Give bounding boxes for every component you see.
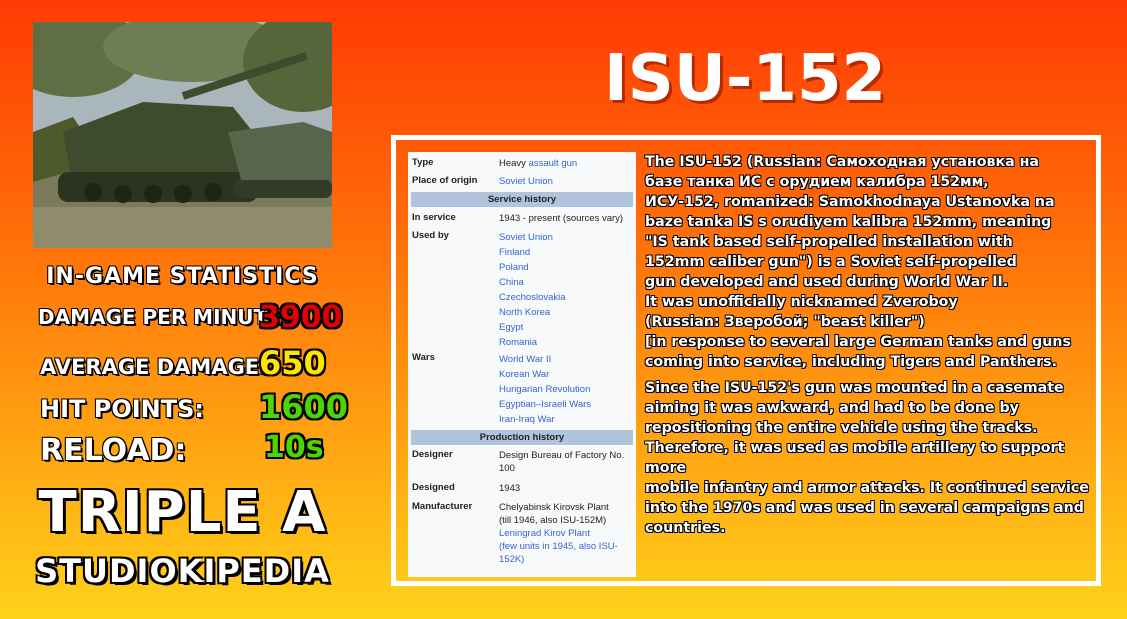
used-by-item[interactable]: Poland xyxy=(499,260,629,275)
manufacturer-link[interactable]: Leningrad Kirov Plant xyxy=(499,527,629,540)
desc-line: into the 1970s and was used in several c… xyxy=(645,500,1084,516)
desc-line: coming into service, including Tigers an… xyxy=(645,354,1058,370)
designer-value: Design Bureau of Factory No. 100 xyxy=(499,450,625,474)
desc-line: (Russian: Зверобой; "beast killer") xyxy=(645,314,925,330)
type-link[interactable]: assault gun xyxy=(529,158,578,169)
used-by-item[interactable]: Soviet Union xyxy=(499,230,629,245)
desc-line: [in response to several large German tan… xyxy=(645,334,1071,350)
desc-line: The ISU-152 (Russian: Самоходная установ… xyxy=(645,154,1039,170)
stat-label-hit-points: HIT POINTS: xyxy=(40,395,205,423)
stat-label-reload: RELOAD: xyxy=(40,433,187,468)
used-by-item[interactable]: Finland xyxy=(499,245,629,260)
manufacturer-list: Chelyabinsk Kirovsk Plant (till 1946, al… xyxy=(499,501,629,566)
type-label: Type xyxy=(412,157,434,168)
desc-line: базе танка ИС с орудием калибра 152мм, xyxy=(645,174,989,190)
used-by-item[interactable]: Romania xyxy=(499,335,629,350)
desc-line: It was unofficially nicknamed Zveroboy xyxy=(645,294,958,310)
stat-value-hit-points: 1600 xyxy=(259,388,349,426)
desc-line: "IS tank based self-propelled installati… xyxy=(645,234,1013,250)
war-item[interactable]: Iran-Iraq War xyxy=(499,412,629,427)
desc-line: baze tanka IS s orudiyem kalibra 152mm, … xyxy=(645,214,1052,230)
page-title: ISU-152 xyxy=(603,42,887,116)
type-prefix: Heavy xyxy=(499,158,529,169)
desc-line: ИСУ-152, romanized: Samokhodnaya Ustanov… xyxy=(645,194,1055,210)
stat-value-reload: 10s xyxy=(264,430,324,465)
description-paragraph-1: The ISU-152 (Russian: Самоходная установ… xyxy=(645,152,1090,372)
manufacturer-label: Manufacturer xyxy=(412,501,473,512)
used-by-item[interactable]: North Korea xyxy=(499,305,629,320)
war-item[interactable]: World War II xyxy=(499,352,629,367)
designed-value: 1943 xyxy=(499,483,521,494)
origin-label: Place of origin xyxy=(412,175,478,186)
war-item[interactable]: Hungarian Revolution xyxy=(499,382,629,397)
used-by-item[interactable]: Czechoslovakia xyxy=(499,290,629,305)
wars-list: World War II Korean War Hungarian Revolu… xyxy=(499,352,629,427)
brand-line-2: STUDIOKIPEDIA xyxy=(35,552,330,590)
stat-label-avg-damage: AVERAGE DAMAGE: xyxy=(40,355,268,379)
desc-line: repositioning the entire vehicle using t… xyxy=(645,420,1038,436)
brand-line-1: TRIPLE A xyxy=(38,480,327,545)
wiki-infobox: Type Heavy assault gun Place of origin S… xyxy=(408,152,636,577)
service-history-heading: Service history xyxy=(411,192,633,207)
in-service-label: In service xyxy=(412,212,456,223)
desc-line: gun developed and used during World War … xyxy=(645,274,1009,290)
stat-label-dpm: DAMAGE PER MINUTE: xyxy=(38,305,289,329)
production-history-heading: Production history xyxy=(411,430,633,445)
manufacturer-item: Chelyabinsk Kirovsk Plant xyxy=(499,502,609,513)
designed-label: Designed xyxy=(412,482,455,493)
tank-photo xyxy=(33,22,332,248)
desc-line: countries. xyxy=(645,520,726,536)
war-item[interactable]: Korean War xyxy=(499,367,629,382)
desc-line: mobile infantry and armor attacks. It co… xyxy=(645,480,1089,496)
desc-line: aiming it was awkward, and had to be don… xyxy=(645,400,1019,416)
war-item[interactable]: Egyptian–Israeli Wars xyxy=(499,397,629,412)
desc-line: Therefore, it was used as mobile artille… xyxy=(645,440,1065,476)
used-by-list: Soviet Union Finland Poland China Czecho… xyxy=(499,230,629,350)
stats-heading: IN-GAME STATISTICS xyxy=(46,264,319,289)
wars-label: Wars xyxy=(412,352,435,363)
description-paragraph-2: Since the ISU-152's gun was mounted in a… xyxy=(645,378,1090,538)
stat-value-dpm: 3900 xyxy=(259,300,343,335)
in-service-value: 1943 - present (sources vary) xyxy=(499,213,624,224)
used-by-item[interactable]: Egypt xyxy=(499,320,629,335)
designer-label: Designer xyxy=(412,449,453,460)
stat-value-avg-damage: 650 xyxy=(259,344,326,382)
description: The ISU-152 (Russian: Самоходная установ… xyxy=(645,152,1090,538)
origin-link[interactable]: Soviet Union xyxy=(499,175,629,188)
used-by-item[interactable]: China xyxy=(499,275,629,290)
manufacturer-note[interactable]: (few units in 1945, also ISU-152K) xyxy=(499,540,629,566)
type-value: Heavy assault gun xyxy=(499,157,629,170)
used-by-label: Used by xyxy=(412,230,449,241)
desc-line: Since the ISU-152's gun was mounted in a… xyxy=(645,380,1064,396)
desc-line: 152mm caliber gun") is a Soviet self-pro… xyxy=(645,254,1017,270)
manufacturer-note: (till 1946, also ISU-152M) xyxy=(499,515,607,526)
